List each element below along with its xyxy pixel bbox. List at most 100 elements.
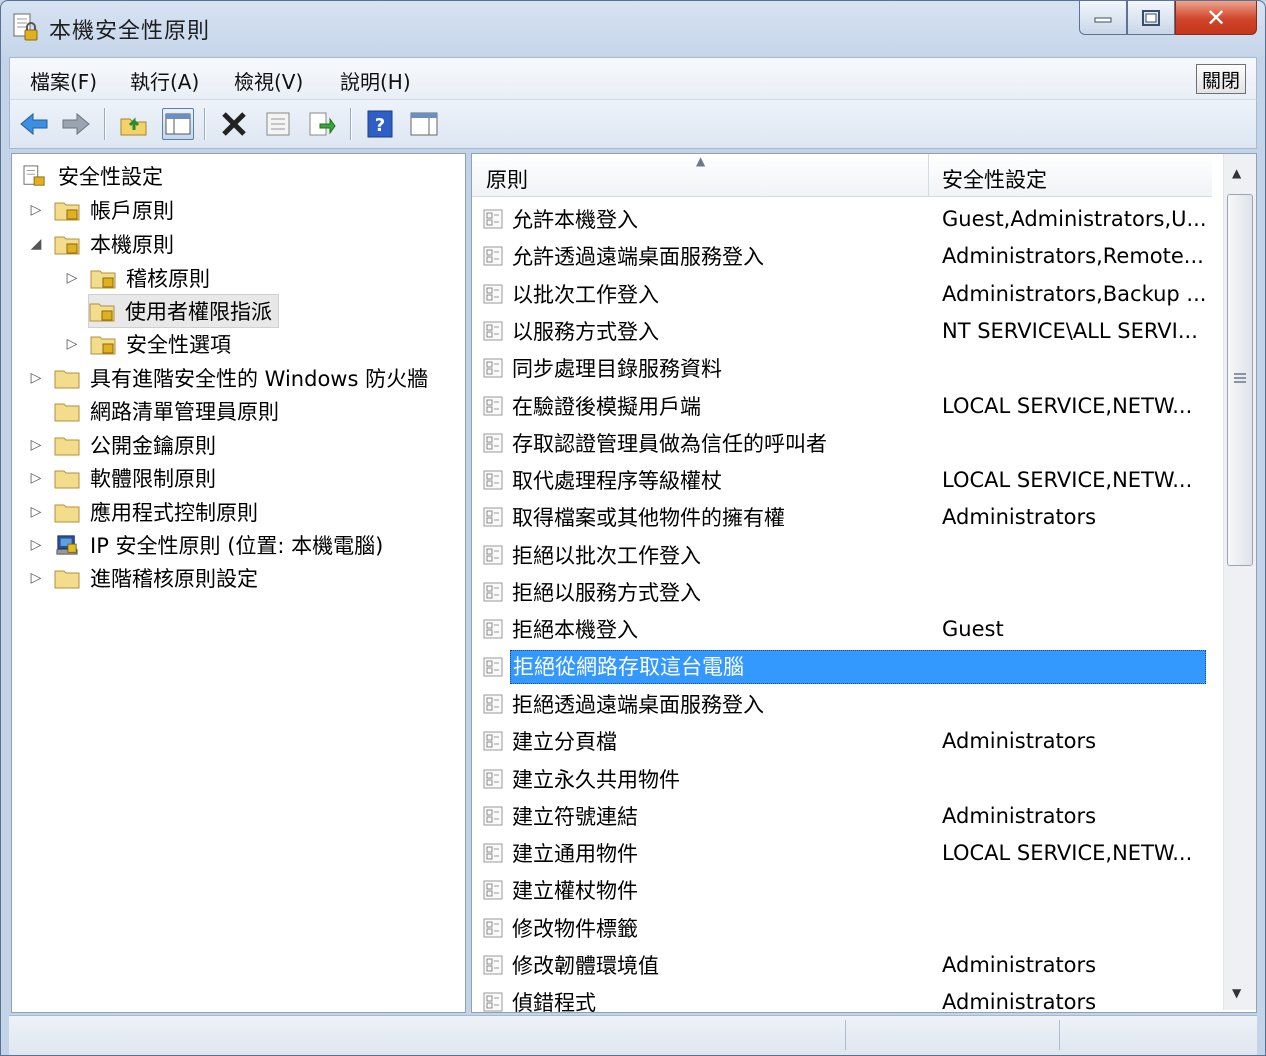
export-list-button[interactable] <box>306 108 338 140</box>
up-one-level-button[interactable] <box>118 108 150 140</box>
tree-node-label: 帳戶原則 <box>90 199 174 223</box>
expand-icon[interactable]: ▷ <box>28 537 44 553</box>
list-row[interactable]: 同步處理目錄服務資料 <box>482 351 1210 385</box>
show-hide-tree-button[interactable] <box>162 108 194 140</box>
tree-node-local-policies[interactable]: ◢ 本機原則 <box>28 228 174 260</box>
tree-node-security-options[interactable]: ▷ 安全性選項 <box>64 328 231 360</box>
forward-button[interactable] <box>60 108 92 140</box>
close-window-button[interactable]: ✕ <box>1175 1 1257 35</box>
tree-node-windows-firewall[interactable]: ▷ 具有進階安全性的 Windows 防火牆 <box>28 362 428 394</box>
maximize-button[interactable] <box>1127 1 1175 35</box>
list-row[interactable]: 修改韌體環境值 Administrators <box>482 948 1210 982</box>
menu-action[interactable]: 執行(A) <box>130 66 199 95</box>
policy-name: 建立通用物件 <box>512 842 638 867</box>
security-policy-icon <box>13 13 38 41</box>
policy-value: Administrators,Remote... <box>942 244 1204 269</box>
list-row[interactable]: 以批次工作登入 Administrators,Backup ... <box>482 277 1210 311</box>
tree-node-ip-security[interactable]: ▷ IP 安全性原則 (位置: 本機電腦) <box>28 529 384 561</box>
list-row[interactable]: 建立通用物件 LOCAL SERVICE,NETW... <box>482 836 1210 870</box>
list-row[interactable]: 建立永久共用物件 <box>482 762 1210 796</box>
list-row[interactable]: 取代處理程序等級權杖 LOCAL SERVICE,NETW... <box>482 463 1210 497</box>
list-row[interactable]: 存取認證管理員做為信任的呼叫者 <box>482 426 1210 460</box>
policy-folder-icon <box>54 236 80 255</box>
policy-list: 原則 ▲ 安全性設定 允許本機登入 Guest,Administrators,U.… <box>471 153 1257 1015</box>
policy-name: 建立分頁檔 <box>512 730 617 755</box>
policy-value: Administrators <box>942 803 1097 828</box>
list-row[interactable]: 建立符號連結 Administrators <box>482 799 1210 833</box>
tree-root-label: 安全性設定 <box>58 165 163 189</box>
vertical-scrollbar[interactable]: ▲ ▼ <box>1223 154 1256 1010</box>
column-header-policy[interactable]: 原則 <box>486 164 528 194</box>
policy-value: LOCAL SERVICE,NETW... <box>942 468 1193 493</box>
tree-root[interactable]: 安全性設定 <box>22 160 163 192</box>
list-row[interactable]: 允許本機登入 Guest,Administrators,U... <box>482 202 1210 236</box>
list-row[interactable]: 拒絕以批次工作登入 <box>482 538 1210 572</box>
expand-icon[interactable]: ▷ <box>28 202 44 218</box>
properties-button[interactable] <box>262 108 294 140</box>
list-row[interactable]: 拒絕本機登入 Guest <box>482 612 1210 646</box>
list-row[interactable]: 在驗證後模擬用戶端 LOCAL SERVICE,NETW... <box>482 389 1210 423</box>
show-action-pane-button[interactable] <box>408 108 440 140</box>
minimize-button[interactable] <box>1079 1 1127 35</box>
expand-icon[interactable]: ▷ <box>28 370 44 386</box>
policy-name: 允許本機登入 <box>512 208 638 232</box>
list-row[interactable]: 建立權杖物件 <box>482 873 1210 907</box>
tree-node-label: 稽核原則 <box>126 267 210 291</box>
show-pane-icon <box>410 112 438 136</box>
menu-file[interactable]: 檔案(F) <box>30 66 97 95</box>
policy-setting-icon <box>483 358 503 378</box>
menu-view[interactable]: 檢視(V) <box>234 66 303 95</box>
back-button[interactable] <box>18 108 50 140</box>
expand-icon[interactable]: ▷ <box>28 504 44 520</box>
security-settings-icon <box>23 165 45 186</box>
list-row[interactable]: 拒絕以服務方式登入 <box>482 575 1210 609</box>
delete-button[interactable] <box>218 108 250 140</box>
tree-node-advanced-audit[interactable]: ▷ 進階稽核原則設定 <box>28 562 258 594</box>
collapse-icon[interactable]: ◢ <box>28 236 44 252</box>
export-list-icon <box>309 112 336 136</box>
list-row[interactable]: 拒絕透過遠端桌面服務登入 <box>482 687 1210 721</box>
policy-setting-icon <box>483 992 503 1012</box>
list-row[interactable]: 修改物件標籤 <box>482 911 1210 945</box>
list-row[interactable]: 取得檔案或其他物件的擁有權 Administrators <box>482 500 1210 534</box>
policy-value: LOCAL SERVICE,NETW... <box>942 841 1193 866</box>
list-row[interactable]: 建立分頁檔 Administrators <box>482 724 1210 758</box>
scroll-up-icon[interactable]: ▲ <box>1232 166 1241 180</box>
policy-value: Administrators,Backup ... <box>942 281 1207 306</box>
tree-node-network-list-manager[interactable]: 網路清單管理員原則 <box>54 395 279 427</box>
menu-help[interactable]: 說明(H) <box>340 66 411 95</box>
policy-name: 拒絕從網路存取這台電腦 <box>510 649 1206 684</box>
tree-node-public-key-policies[interactable]: ▷ 公開金鑰原則 <box>28 429 216 461</box>
column-header-security-setting[interactable]: 安全性設定 <box>942 164 1047 194</box>
policy-value: Administrators <box>942 990 1097 1015</box>
expand-icon[interactable]: ▷ <box>64 336 80 352</box>
policy-name: 同步處理目錄服務資料 <box>512 357 722 382</box>
policy-setting-icon <box>483 582 503 602</box>
status-bar <box>9 1015 1257 1055</box>
expand-icon[interactable]: ▷ <box>28 470 44 486</box>
scrollbar-thumb[interactable] <box>1227 194 1253 566</box>
list-row[interactable]: 以服務方式登入 NT SERVICE\ALL SERVI... <box>482 314 1210 348</box>
policy-name: 拒絕以批次工作登入 <box>512 543 701 568</box>
tree-node-label: 本機原則 <box>90 233 174 257</box>
tree-node-label: IP 安全性原則 (位置: 本機電腦) <box>90 534 384 558</box>
expand-icon[interactable]: ▷ <box>28 570 44 586</box>
policy-name: 建立符號連結 <box>512 804 638 829</box>
expand-icon[interactable]: ▷ <box>64 270 80 286</box>
close-button[interactable]: 關閉 <box>1196 64 1246 94</box>
properties-icon <box>266 112 290 136</box>
list-row[interactable]: 允許透過遠端桌面服務登入 Administrators,Remote... <box>482 239 1210 273</box>
tree-node-user-rights-assignment[interactable]: 使用者權限指派 <box>88 294 279 328</box>
tree-node-application-control[interactable]: ▷ 應用程式控制原則 <box>28 496 258 528</box>
expand-icon[interactable]: ▷ <box>28 437 44 453</box>
scroll-down-icon[interactable]: ▼ <box>1232 986 1241 1000</box>
tree-node-account-policies[interactable]: ▷ 帳戶原則 <box>28 194 174 226</box>
tree-node-label: 公開金鑰原則 <box>90 434 216 458</box>
tree-node-software-restriction[interactable]: ▷ 軟體限制原則 <box>28 462 216 494</box>
maximize-icon <box>1142 9 1160 26</box>
forward-arrow-icon <box>62 112 90 136</box>
help-button[interactable]: ? <box>364 108 396 140</box>
tree-node-label: 具有進階安全性的 Windows 防火牆 <box>90 367 429 391</box>
tree-node-audit-policy[interactable]: ▷ 稽核原則 <box>64 262 210 294</box>
list-row[interactable]: 拒絕從網路存取這台電腦 <box>482 649 1210 684</box>
